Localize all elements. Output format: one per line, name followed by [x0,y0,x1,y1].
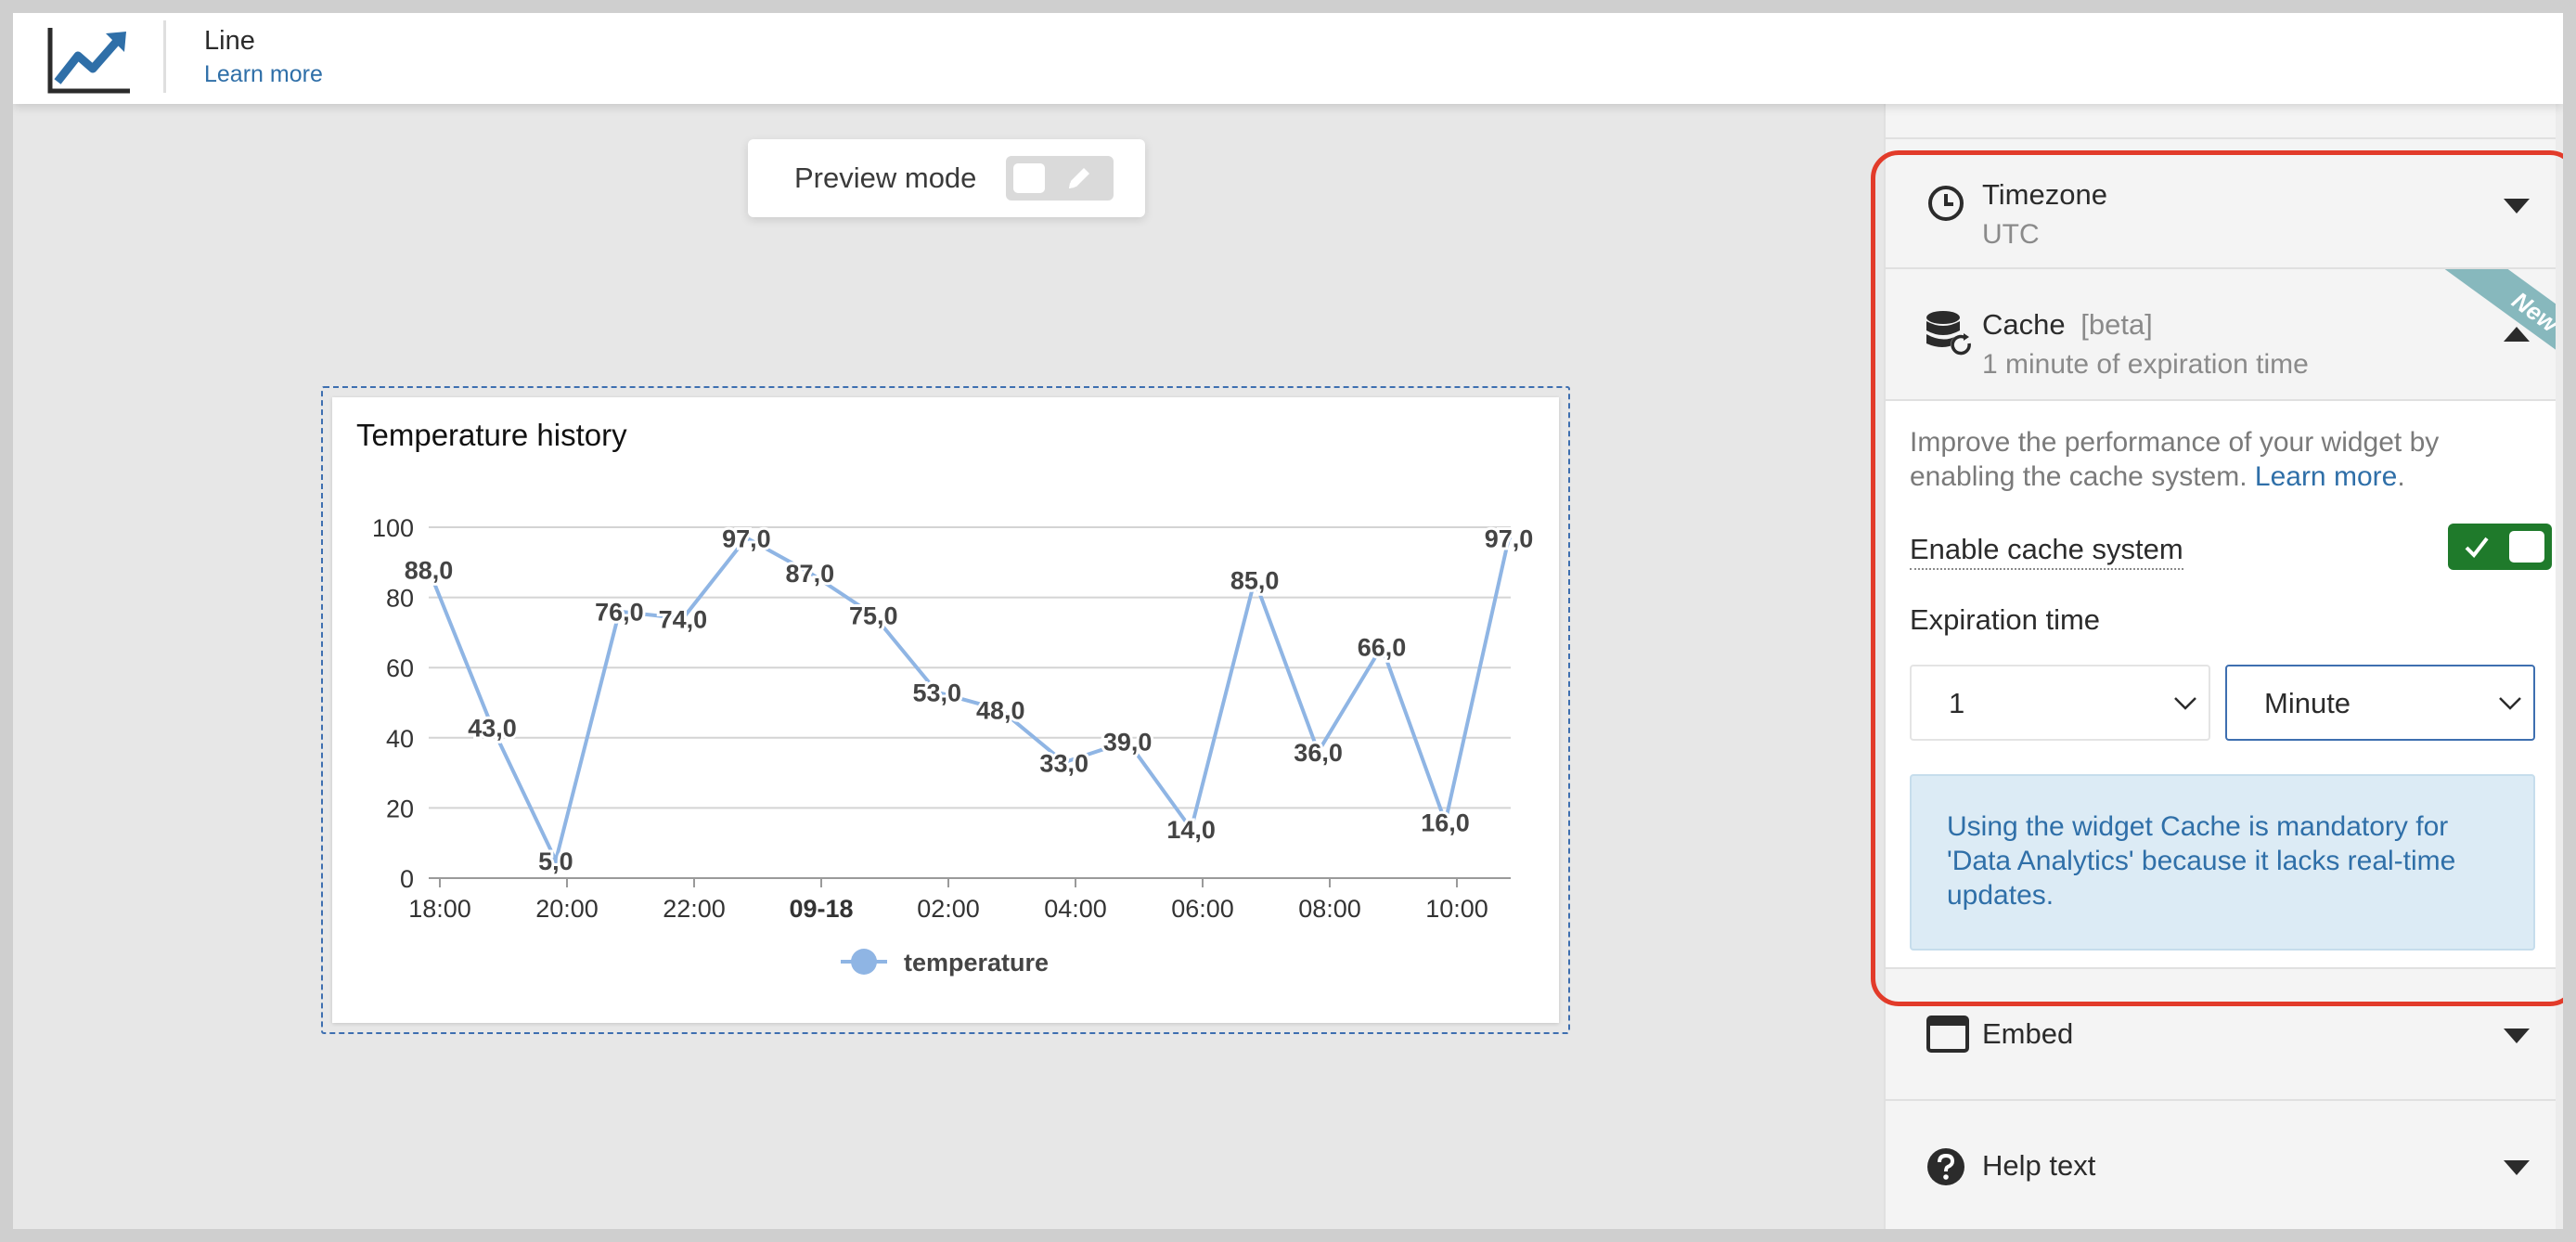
widget-canvas: Preview mode Temperature history 0 20 40 60… [13,104,1884,1229]
cache-section-body: Improve the performance of your widget b… [1886,401,2557,969]
widget-type-title: Line [204,26,255,56]
data-label: 39,0 [1103,729,1153,757]
data-label: 74,0 [659,605,708,633]
enable-cache-label: Enable cache system [1910,533,2183,570]
sidebar-scrollbar[interactable] [2556,104,2563,1229]
expiration-time-label: Expiration time [1910,603,2101,636]
data-label: 66,0 [1358,634,1407,662]
cache-learn-more-link[interactable]: Learn more [2255,461,2397,492]
beta-tag: [beta] [2080,308,2153,341]
data-label: 97,0 [1485,524,1534,552]
chevron-down-icon [2504,1029,2530,1043]
data-label: 5,0 [538,847,573,875]
toggle-knob [1013,163,1045,193]
cache-section-header[interactable]: Cache [beta] 1 minute of expiration time… [1886,269,2557,401]
data-label: 14,0 [1166,816,1216,844]
data-label: 75,0 [849,602,898,630]
data-label: 85,0 [1230,567,1280,595]
x-tick-label: 08:00 [1298,895,1361,923]
data-label: 36,0 [1294,739,1343,767]
cache-notice-text: Using the widget Cache is mandatory for … [1947,811,2456,911]
data-label: 16,0 [1421,809,1470,837]
chevron-down-icon [2504,1160,2530,1175]
line-chart-widget: Temperature history 0 20 40 60 80 100 18:00 20:… [332,397,1559,1023]
data-label: 48,0 [976,697,1025,725]
learn-more-link[interactable]: Learn more [204,61,323,88]
data-label: 76,0 [595,599,644,627]
line-chart-icon [47,28,130,94]
line-chart: 0 20 40 60 80 100 18:00 20:00 22:00 09-18 02:00 04:… [372,514,1536,977]
cache-description: Improve the performance of your widget b… [1910,425,2513,494]
data-label: 53,0 [912,679,961,707]
y-tick-label: 80 [386,585,414,613]
toggle-knob [2509,531,2544,563]
help-text-section[interactable]: Help text [1886,1101,2557,1229]
expiration-unit-value: Minute [2264,687,2351,719]
enable-cache-toggle[interactable] [2448,524,2552,570]
data-label: 97,0 [722,524,771,552]
x-tick-label: 18:00 [408,895,471,923]
expiration-amount-select[interactable]: 1 [1910,665,2210,741]
clock-icon [1928,186,1964,221]
header-divider [163,20,166,93]
checkmark-icon [2465,537,2489,559]
window-icon [1926,1016,1969,1053]
cache-title-text: Cache [1982,308,2066,341]
timezone-section[interactable]: Timezone UTC [1886,137,2557,269]
cache-summary: 1 minute of expiration time [1982,349,2309,380]
embed-section[interactable]: Embed [1886,969,2557,1101]
data-label: 88,0 [405,556,454,584]
settings-sidebar: Timezone UTC Cache [beta] 1 minute of ex… [1884,104,2563,1229]
cache-info-notice: Using the widget Cache is mandatory for … [1910,774,2535,951]
x-tick-label: 10:00 [1425,895,1488,923]
preview-mode-label: Preview mode [794,162,977,194]
y-tick-label: 40 [386,725,414,753]
chevron-down-icon [2174,697,2196,710]
embed-title: Embed [1982,1017,2074,1050]
data-label: 43,0 [468,714,517,742]
x-tick-label: 09-18 [789,895,853,923]
legend-label: temperature [904,949,1049,977]
chevron-up-icon [2504,327,2530,342]
database-refresh-icon [1926,311,1973,356]
legend-marker [851,949,877,975]
chevron-down-icon [2499,697,2521,710]
y-tick-label: 60 [386,654,414,682]
temperature-series-line [427,536,1511,863]
x-tick-label: 20:00 [535,895,599,923]
timezone-value: UTC [1982,219,2040,250]
chevron-down-icon [2504,199,2530,213]
top-bar: Line Learn more [13,13,2563,104]
period: . [2397,461,2405,492]
x-tick-label: 02:00 [917,895,980,923]
preview-mode-toggle[interactable] [1006,156,1114,201]
x-tick-label: 22:00 [663,895,726,923]
expiration-unit-select[interactable]: Minute [2225,665,2535,741]
question-circle-icon [1927,1148,1964,1185]
new-ribbon: New [2434,269,2557,393]
y-tick-label: 100 [372,514,414,542]
expiration-amount-value: 1 [1949,687,1965,719]
help-text-title: Help text [1982,1149,2096,1182]
timezone-title: Timezone [1982,178,2107,211]
widget-selection-frame[interactable]: Temperature history 0 20 40 60 80 100 18:00 20:… [321,386,1570,1034]
x-tick-label: 04:00 [1044,895,1107,923]
y-tick-label: 20 [386,795,414,822]
pencil-icon [1069,168,1089,188]
x-tick-label: 06:00 [1171,895,1234,923]
app-window: Line Learn more Preview mode Temperature… [13,13,2563,1229]
y-tick-label: 0 [400,865,414,893]
data-label: 87,0 [786,560,835,588]
preview-mode-control: Preview mode [748,139,1145,217]
cache-title: Cache [beta] [1982,308,2153,342]
data-label: 33,0 [1039,749,1088,777]
